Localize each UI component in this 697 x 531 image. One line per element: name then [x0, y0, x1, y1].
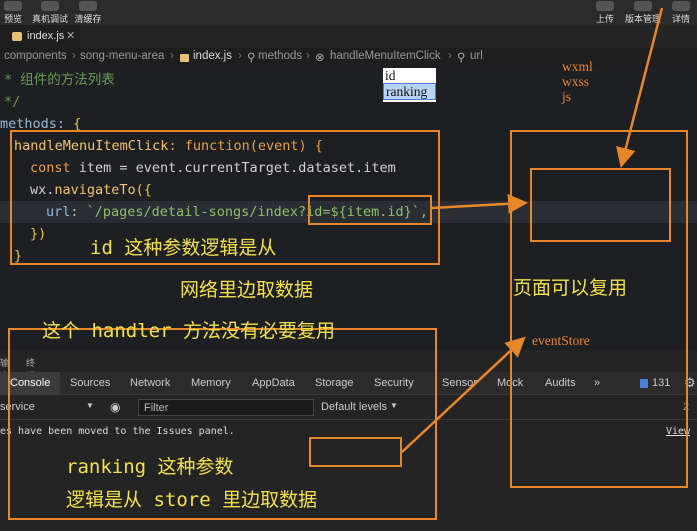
annotation-arrows [401, 7, 664, 453]
arrow-to-component [431, 193, 528, 214]
arrow-to-box [616, 7, 664, 168]
arrow-to-event-store [401, 336, 526, 453]
